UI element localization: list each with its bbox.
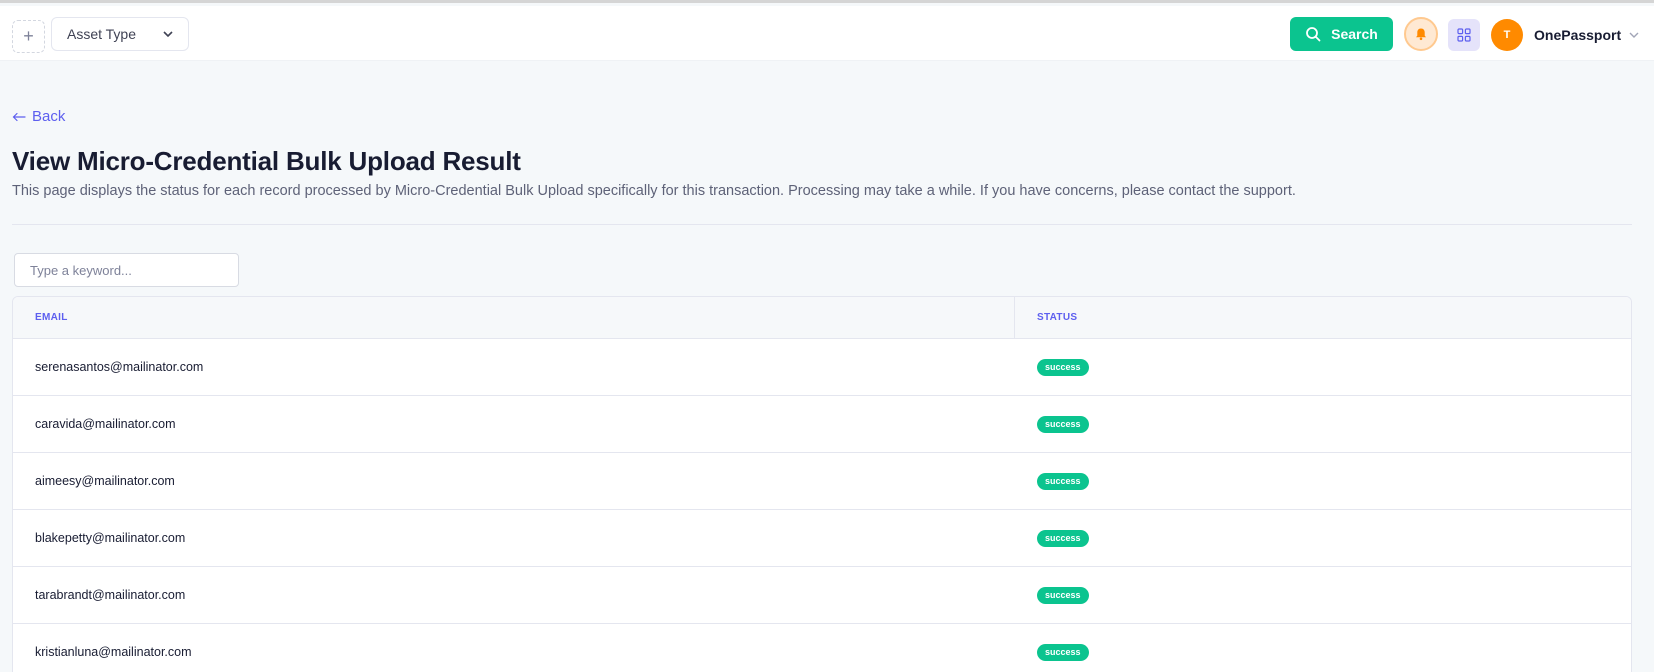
status-cell: success (1015, 396, 1631, 452)
column-header-email[interactable]: EMAIL (13, 297, 1015, 338)
table-row: blakepetty@mailinator.com success (13, 510, 1631, 567)
table-header: EMAIL STATUS (13, 297, 1631, 339)
email-cell: caravida@mailinator.com (35, 417, 176, 431)
results-table: EMAIL STATUS serenasantos@mailinator.com… (12, 296, 1632, 672)
chevron-down-icon (163, 31, 173, 38)
status-cell: success (1015, 510, 1631, 566)
plus-icon: + (23, 26, 34, 46)
back-link[interactable]: Back (12, 108, 65, 125)
user-name: OnePassport (1534, 27, 1622, 43)
page-title: View Micro-Credential Bulk Upload Result (12, 146, 521, 176)
page: + Asset Type Search T OnePassport Back V… (0, 0, 1654, 672)
status-badge: success (1037, 415, 1089, 433)
email-cell: aimeesy@mailinator.com (35, 474, 175, 488)
status-badge: success (1037, 358, 1089, 376)
divider (12, 224, 1632, 225)
status-cell: success (1015, 339, 1631, 395)
status-cell: success (1015, 624, 1631, 672)
email-cell: kristianluna@mailinator.com (35, 645, 192, 659)
status-cell: success (1015, 567, 1631, 623)
table-row: caravida@mailinator.com success (13, 396, 1631, 453)
table-row: aimeesy@mailinator.com success (13, 453, 1631, 510)
avatar: T (1491, 19, 1523, 51)
apps-menu-button[interactable] (1448, 19, 1480, 51)
search-button[interactable]: Search (1290, 17, 1393, 51)
page-description: This page displays the status for each r… (12, 183, 1296, 199)
search-icon (1306, 27, 1321, 42)
status-cell: success (1015, 453, 1631, 509)
status-badge: success (1037, 472, 1089, 490)
status-badge: success (1037, 529, 1089, 547)
arrow-left-icon (12, 112, 26, 121)
status-badge: success (1037, 643, 1089, 661)
top-header: + Asset Type Search T OnePassport (0, 6, 1654, 61)
table-row: serenasantos@mailinator.com success (13, 339, 1631, 396)
email-cell: serenasantos@mailinator.com (35, 360, 204, 374)
notifications-button[interactable] (1404, 17, 1438, 51)
grid-icon (1457, 28, 1471, 42)
email-cell: tarabrandt@mailinator.com (35, 588, 186, 602)
search-button-label: Search (1331, 26, 1378, 42)
bell-icon (1416, 28, 1426, 41)
email-cell: blakepetty@mailinator.com (35, 531, 186, 545)
keyword-search-input[interactable] (14, 253, 239, 287)
back-label: Back (32, 108, 66, 125)
asset-type-dropdown[interactable]: Asset Type (51, 17, 189, 51)
asset-type-label: Asset Type (67, 26, 137, 42)
table-row: tarabrandt@mailinator.com success (13, 567, 1631, 624)
status-badge: success (1037, 586, 1089, 604)
column-header-status[interactable]: STATUS (1015, 297, 1631, 338)
table-row: kristianluna@mailinator.com success (13, 624, 1631, 672)
chevron-down-icon (1629, 32, 1639, 38)
add-button[interactable]: + (12, 20, 45, 53)
user-menu[interactable]: T OnePassport (1491, 19, 1639, 51)
